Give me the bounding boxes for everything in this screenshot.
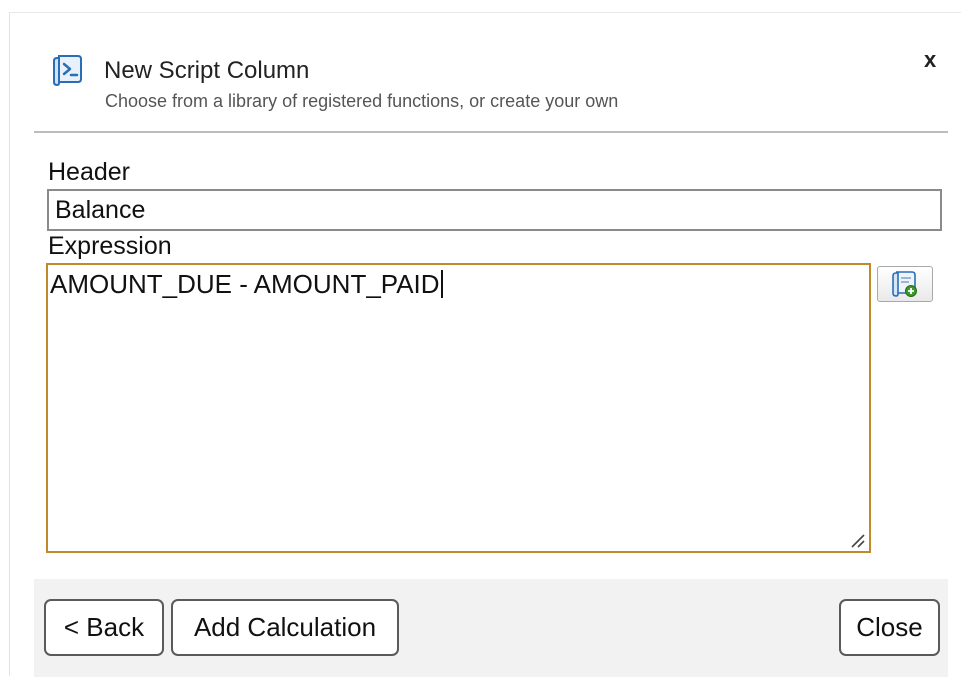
function-library-button[interactable] (877, 266, 933, 302)
new-script-column-dialog: New Script Column Choose from a library … (9, 12, 961, 677)
dialog-subtitle: Choose from a library of registered func… (105, 91, 619, 111)
script-icon (50, 53, 84, 87)
resize-grip-icon[interactable] (848, 531, 866, 549)
expression-field-label: Expression (48, 232, 172, 260)
close-button[interactable]: Close (839, 599, 940, 656)
back-button[interactable]: < Back (44, 599, 164, 656)
text-caret (440, 270, 443, 298)
expression-textarea[interactable]: AMOUNT_DUE - AMOUNT_PAID (46, 263, 871, 553)
expression-text: AMOUNT_DUE - AMOUNT_PAID (50, 269, 440, 299)
add-calculation-button[interactable]: Add Calculation (171, 599, 399, 656)
header-field-label: Header (48, 158, 130, 186)
header-divider (34, 131, 948, 133)
header-input[interactable] (47, 189, 942, 231)
dialog-header: New Script Column Choose from a library … (10, 13, 960, 133)
script-add-icon (892, 271, 917, 297)
dialog-title: New Script Column (104, 57, 310, 84)
dialog-footer: < Back Add Calculation Close (34, 579, 948, 677)
close-icon[interactable]: x (924, 47, 936, 73)
